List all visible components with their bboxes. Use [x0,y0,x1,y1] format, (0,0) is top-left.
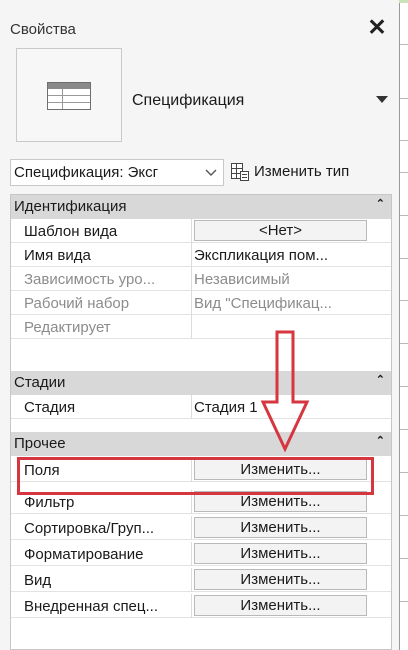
close-button[interactable]: ✕ [364,14,390,40]
section-header-phasing[interactable]: Стадии ⌃ [11,371,391,395]
property-name: Вид [24,572,52,589]
view-name-field[interactable]: Экспликация пом... [194,247,388,264]
property-name: Сортировка/Груп... [24,520,155,537]
property-name: Форматирование [24,546,144,563]
highlight-box [17,457,374,495]
workset-value: Вид "Спецификац... [194,295,332,312]
column-divider [191,315,192,339]
palette-title: Свойства [10,21,76,38]
schedule-view-edge [399,0,408,650]
edit-type-button[interactable]: Изменить тип [228,159,399,186]
property-row: Вид Изменить... [11,568,391,592]
type-preview-box [16,48,122,142]
edit-type-label: Изменить тип [254,163,350,180]
column-divider [191,291,192,315]
property-row: Сортировка/Груп... Изменить... [11,516,391,540]
instance-filter-dropdown[interactable]: Спецификация: Эксг [10,159,224,186]
properties-grid: Идентификация ⌃ Шаблон вида <Нет> Имя ви… [10,194,392,650]
dropdown-arrow-icon[interactable] [376,96,388,104]
down-arrow-icon [260,330,310,452]
column-divider [191,395,192,419]
property-name: Рабочий набор [24,295,130,312]
column-divider [191,267,192,291]
property-name: Имя вида [24,247,91,264]
appearance-edit-button[interactable]: Изменить... [194,569,367,590]
palette-title-bar: Свойства ✕ [0,0,399,42]
column-divider [191,243,192,267]
collapse-icon[interactable]: ⌃ [376,434,385,447]
instance-filter-value: Спецификация: Эксг [14,164,159,181]
section-label: Идентификация [14,198,127,215]
column-divider [191,594,192,618]
property-row: Имя вида Экспликация пом... [11,243,391,267]
formatting-edit-button[interactable]: Изменить... [194,543,367,564]
property-row: Форматирование Изменить... [11,542,391,566]
property-name: Внедренная спец... [24,598,158,615]
view-tab-edge [399,0,408,3]
type-name: Спецификация [132,92,245,109]
close-icon: ✕ [367,14,387,40]
chevron-down-icon [205,169,217,176]
sorting-edit-button[interactable]: Изменить... [194,517,367,538]
property-row: Зависимость уро... Независимый [11,267,391,291]
property-row: Внедренная спец... Изменить... [11,594,391,618]
edit-type-icon [231,163,249,181]
property-name: Фильтр [24,494,75,511]
property-name: Зависимость уро... [24,271,156,288]
property-row: Редактирует [11,315,391,339]
property-name: Редактирует [24,319,111,336]
view-template-button[interactable]: <Нет> [194,220,367,241]
section-header-identification[interactable]: Идентификация ⌃ [11,195,391,219]
property-name: Шаблон вида [24,223,118,240]
property-name: Стадия [24,399,76,416]
property-row: Рабочий набор Вид "Спецификац... [11,291,391,315]
property-row: Стадия Стадия 1 [11,395,391,419]
instance-filter-row: Спецификация: Эксг Изменить тип [0,155,399,188]
embedded-schedule-edit-button[interactable]: Изменить... [194,595,367,616]
section-header-other[interactable]: Прочее ⌃ [11,432,391,456]
dependency-value: Независимый [194,271,290,288]
section-label: Прочее [14,435,66,452]
column-divider [191,219,192,243]
column-divider [191,516,192,540]
section-label: Стадии [14,374,66,391]
column-divider [191,568,192,592]
collapse-icon[interactable]: ⌃ [376,373,385,386]
schedule-table-icon [47,82,91,110]
property-row: Шаблон вида <Нет> [11,219,391,243]
column-divider [191,542,192,566]
collapse-icon[interactable]: ⌃ [376,197,385,210]
properties-palette: Свойства ✕ Спецификация Спецификация: Эк… [0,0,399,650]
type-selector[interactable]: Спецификация [10,44,399,144]
